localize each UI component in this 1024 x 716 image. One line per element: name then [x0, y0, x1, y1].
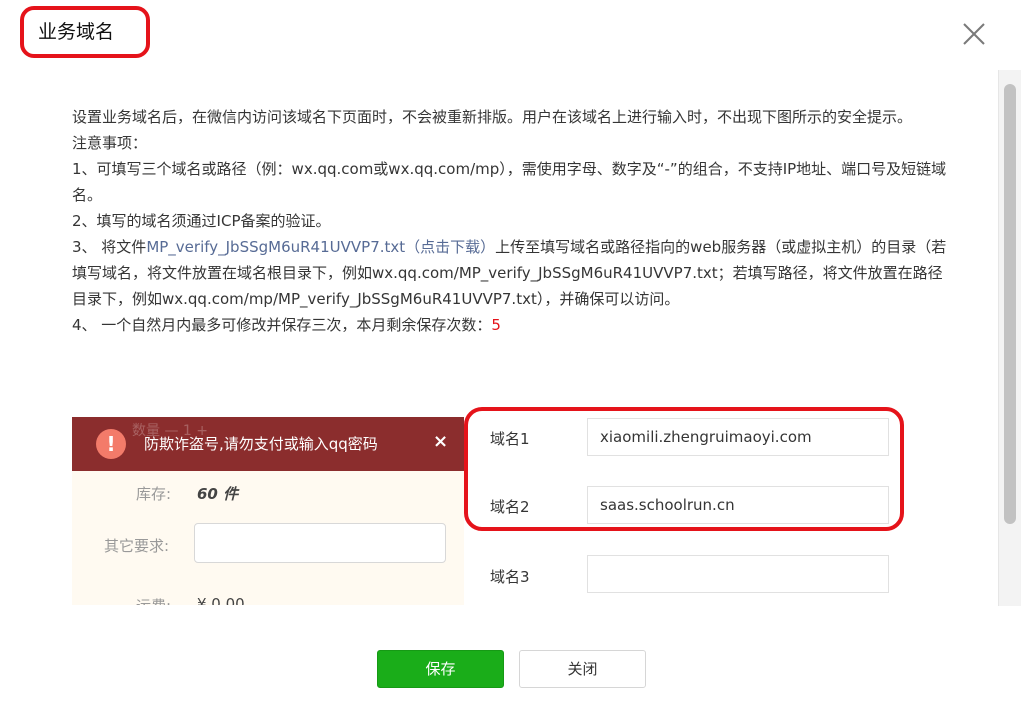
domain-2-input[interactable] [587, 486, 889, 524]
verify-file-link[interactable]: MP_verify_JbSSgM6uR41UVVP7.txt [146, 238, 405, 256]
stock-label: 库存: [136, 485, 172, 503]
note-4: 4、 一个自然月内最多可修改并保存三次，本月剩余保存次数：5 [72, 312, 952, 338]
notes-title: 注意事项： [72, 134, 148, 152]
warning-banner-text: 防欺诈盗号,请勿支付或输入qq密码 [144, 435, 378, 453]
intro-text: 设置业务域名后，在微信内访问该域名下页面时，不会被重新排版。用户在该域名上进行输… [72, 108, 913, 126]
note-1: 1、可填写三个域名或路径（例：wx.qq.com或wx.qq.com/mp），需… [72, 160, 947, 204]
domain-3-label: 域名3 [490, 568, 530, 586]
shipping-value: ¥ 0.00 [197, 595, 245, 605]
other-requirements-label: 其它要求: [104, 537, 170, 555]
description: 设置业务域名后，在微信内访问该域名下页面时，不会被重新排版。用户在该域名上进行输… [72, 104, 952, 338]
close-icon[interactable] [960, 20, 988, 48]
scrollbar-thumb[interactable] [1004, 84, 1016, 524]
domain-1-input[interactable] [587, 418, 889, 456]
note-3: 3、 将文件MP_verify_JbSSgM6uR41UVVP7.txt（点击下… [72, 234, 952, 312]
save-button[interactable]: 保存 [377, 650, 504, 688]
shipping-label: 运费: [136, 595, 171, 605]
domain-2-label: 域名2 [490, 498, 530, 516]
business-domain-dialog: 业务域名 设置业务域名后，在微信内访问该域名下页面时，不会被重新排版。用户在该域… [0, 0, 1024, 716]
download-link[interactable]: （点击下载） [405, 238, 495, 256]
note-3-prefix: 3、 将文件 [72, 238, 147, 256]
stock-value: 60 件 [197, 485, 239, 503]
security-warning-sample-image: 数量 — 1 + ! 防欺诈盗号,请勿支付或输入qq密码 × 库存: 60 件 … [72, 417, 464, 605]
dialog-title: 业务域名 [38, 21, 115, 43]
other-requirements-input [194, 523, 446, 563]
domain-1-label: 域名1 [490, 430, 530, 448]
note-4-prefix: 4、 一个自然月内最多可修改并保存三次，本月剩余保存次数： [72, 316, 492, 334]
domain-3-input[interactable] [587, 555, 889, 593]
close-button[interactable]: 关闭 [519, 650, 646, 688]
warning-icon: ! [96, 429, 126, 459]
note-2: 2、填写的域名须通过ICP备案的验证。 [72, 212, 331, 230]
remaining-count: 5 [491, 316, 501, 334]
warning-banner: 数量 — 1 + ! 防欺诈盗号,请勿支付或输入qq密码 × [72, 417, 464, 471]
banner-close-icon: × [433, 431, 449, 452]
